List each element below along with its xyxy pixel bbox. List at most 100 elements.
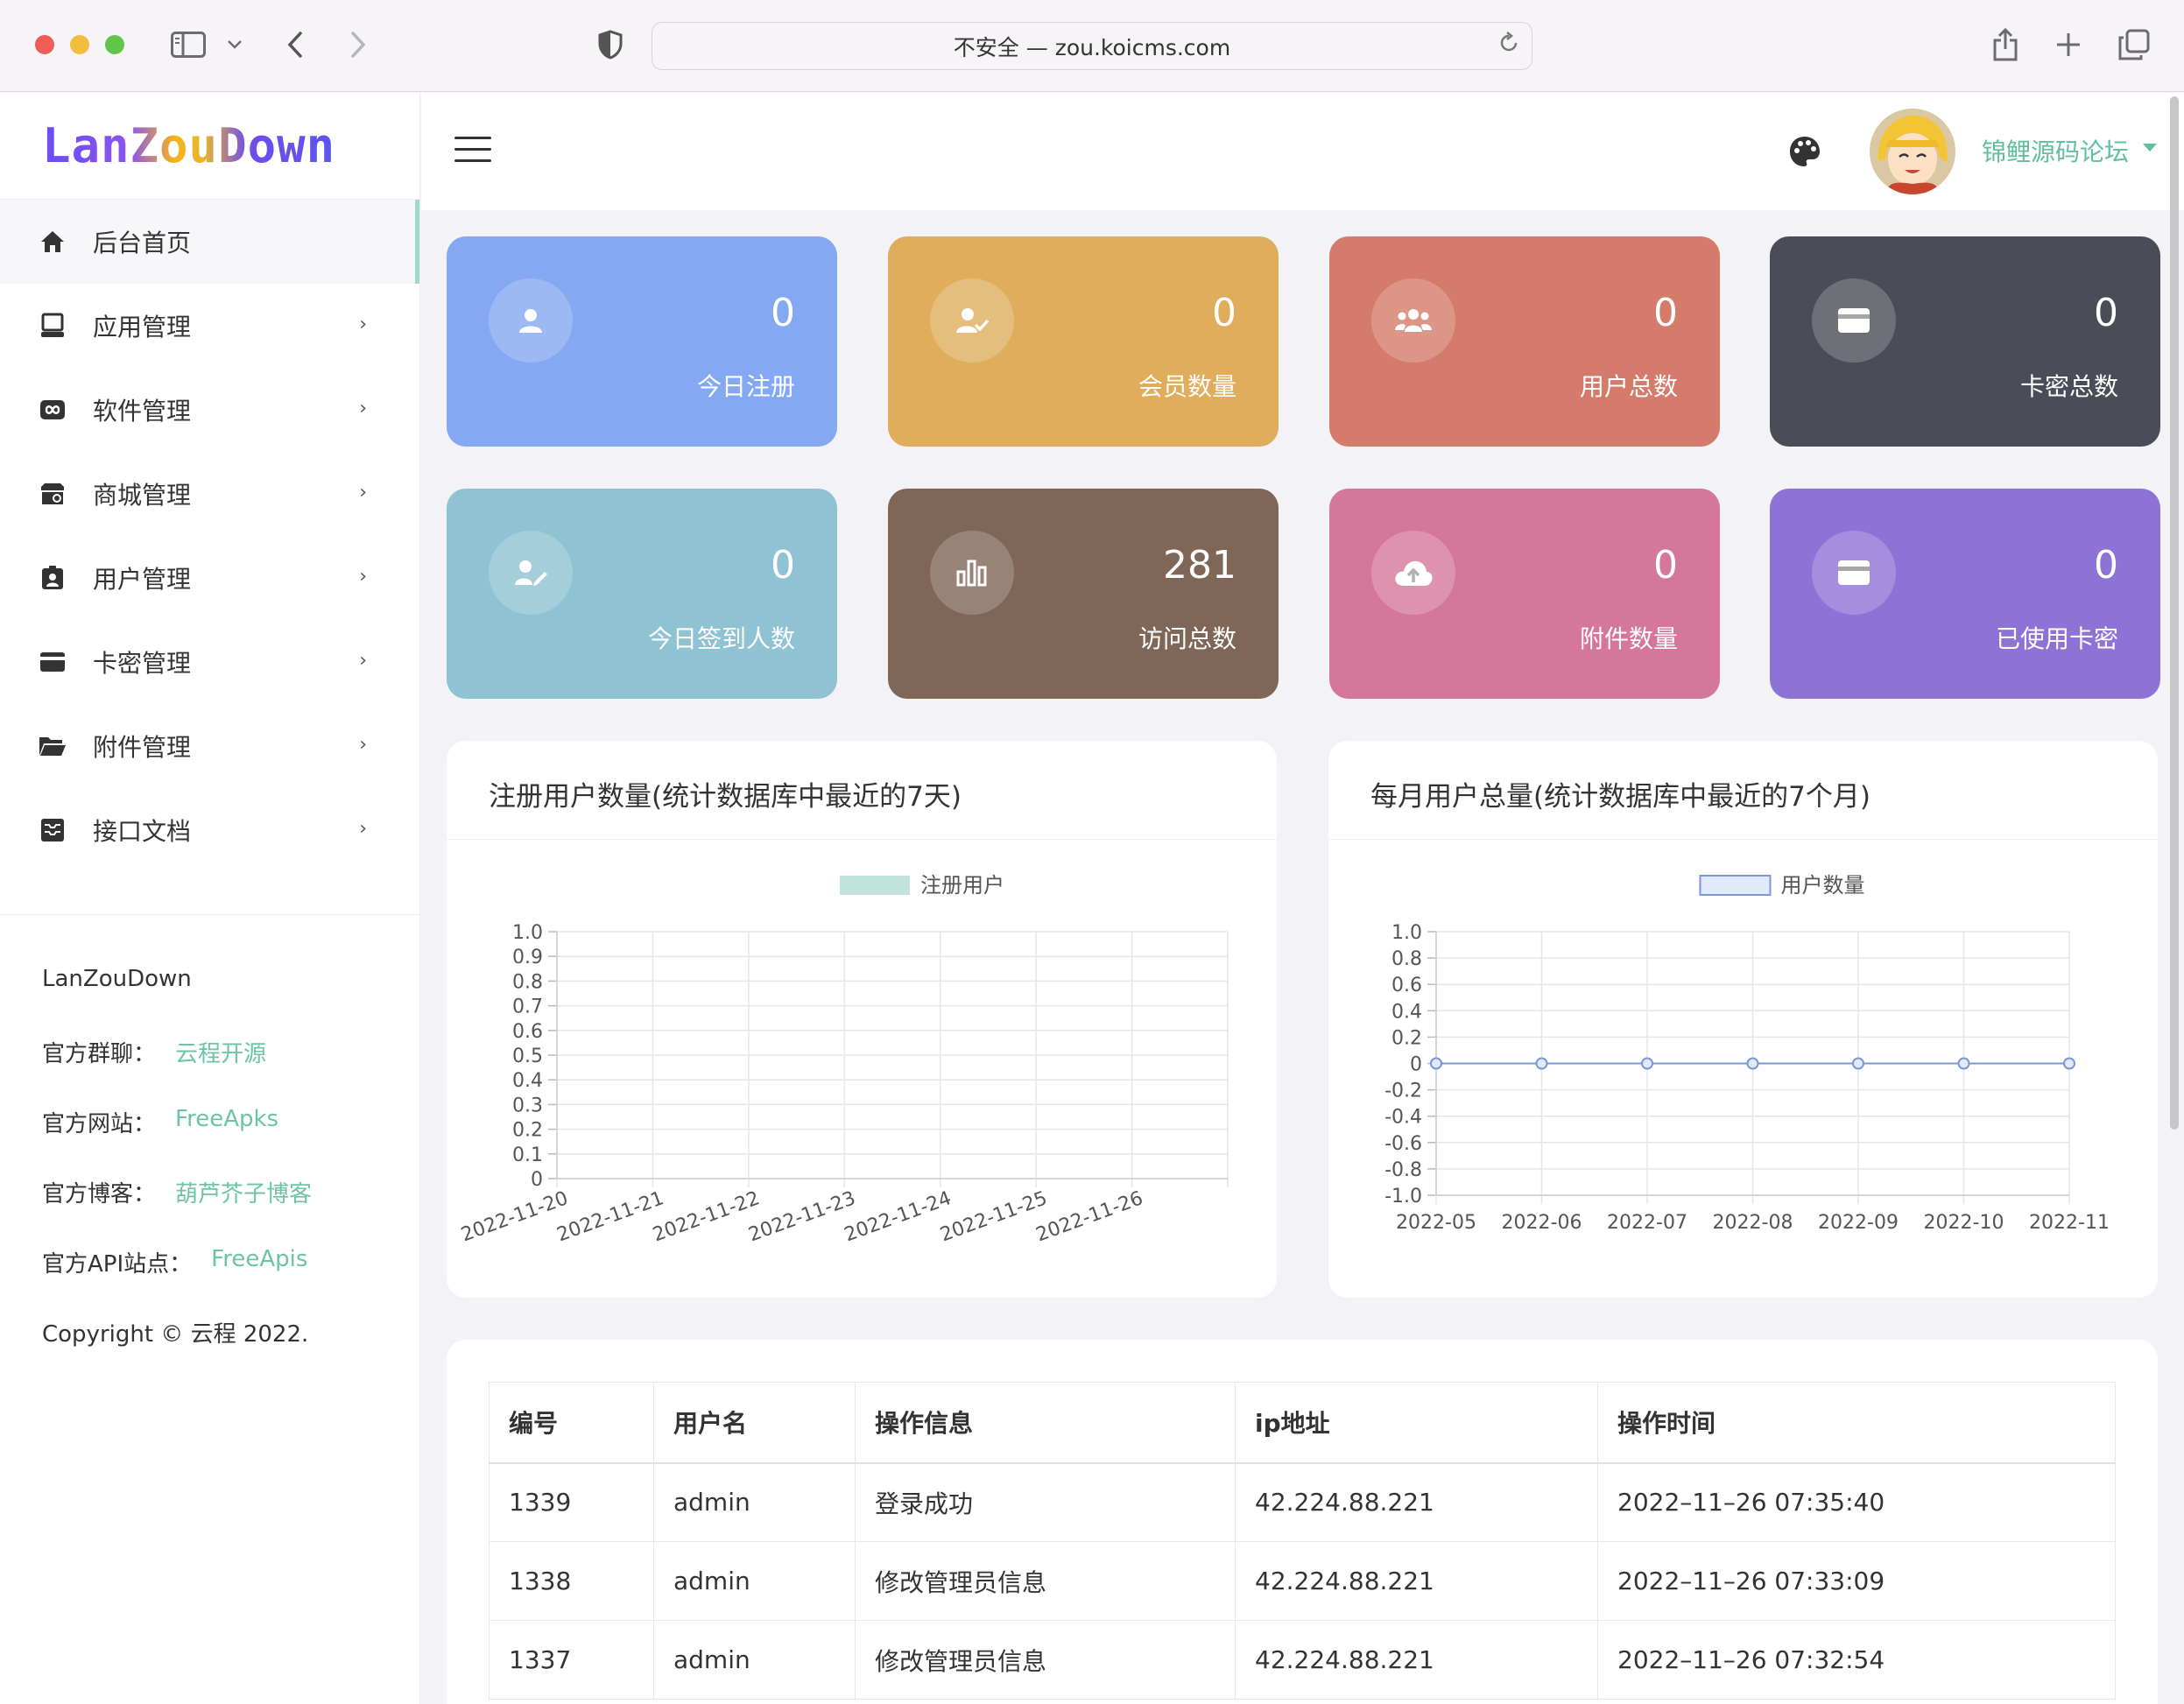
table-cell: 42.224.88.221 xyxy=(1235,1462,1598,1542)
palette-icon[interactable] xyxy=(1787,134,1822,169)
sidebar-item-label: 软件管理 xyxy=(93,397,192,426)
stat-card[interactable]: 0 已使用卡密 xyxy=(1770,489,2160,699)
stat-label: 访问总数 xyxy=(1138,624,1236,653)
folder-icon xyxy=(37,730,68,762)
logo[interactable]: LanZouDown xyxy=(0,93,419,200)
table-row[interactable]: 1339 admin 登录成功 42.224.88.221 2022–11–26 07:… xyxy=(489,1462,2116,1542)
table-cell: 1339 xyxy=(489,1462,654,1542)
col-id[interactable]: 编号 xyxy=(489,1382,654,1464)
app-icon xyxy=(37,310,68,342)
table-cell: 1338 xyxy=(489,1541,654,1621)
y-tick-label: -0.4 xyxy=(1384,1107,1422,1129)
caret-down-icon[interactable] xyxy=(2143,144,2157,151)
api-link[interactable]: FreeApis xyxy=(211,1246,307,1272)
table-row[interactable]: 1337 admin 修改管理员信息 42.224.88.221 2022–11–26 … xyxy=(489,1620,2116,1700)
chevron-right-icon: › xyxy=(359,734,367,756)
table-cell: 修改管理员信息 xyxy=(855,1541,1236,1621)
sidebar-item-cards[interactable]: 卡密管理 › xyxy=(0,620,419,704)
shield-icon[interactable] xyxy=(595,25,625,65)
stat-card[interactable]: 0 会员数量 xyxy=(888,236,1279,447)
col-username[interactable]: 用户名 xyxy=(653,1382,856,1464)
sidebar-item-home[interactable]: 后台首页 xyxy=(0,200,419,284)
sidebar-item-apps[interactable]: 应用管理 › xyxy=(0,284,419,368)
y-tick-label: 0 xyxy=(531,1169,543,1191)
data-point xyxy=(1957,1057,1970,1070)
x-tick-label: 2022-06 xyxy=(1502,1212,1582,1234)
sidebar-item-software[interactable]: 软件管理 › xyxy=(0,368,419,452)
maximize-window-button[interactable] xyxy=(105,35,124,54)
brand-name: LanZouDown xyxy=(42,966,192,992)
minimize-window-button[interactable] xyxy=(70,35,89,54)
chevron-right-icon: › xyxy=(359,566,367,588)
sidebar-item-files[interactable]: 附件管理 › xyxy=(0,704,419,788)
x-tick-label: 2022-11-26 xyxy=(1033,1187,1146,1246)
new-tab-icon[interactable] xyxy=(2051,25,2086,65)
y-tick-label: 0.1 xyxy=(512,1144,543,1166)
site-link[interactable]: FreeApks xyxy=(175,1106,278,1132)
page-scrollbar[interactable] xyxy=(2168,93,2180,1130)
y-tick-label: 0.4 xyxy=(1391,1001,1422,1023)
stat-label: 已使用卡密 xyxy=(1995,624,2118,653)
x-tick-label: 2022-05 xyxy=(1396,1212,1476,1234)
username[interactable]: 锦鲤源码论坛 xyxy=(1982,133,2129,168)
forward-icon[interactable] xyxy=(343,25,373,65)
stat-card[interactable]: 0 今日签到人数 xyxy=(447,489,837,699)
sidebar-item-store[interactable]: 商城管理 › xyxy=(0,452,419,536)
stat-card[interactable]: 0 今日注册 xyxy=(447,236,837,447)
y-tick-label: 1.0 xyxy=(1391,922,1422,944)
legend-swatch xyxy=(840,876,910,895)
x-tick-label: 2022-09 xyxy=(1818,1212,1899,1234)
chevron-down-icon[interactable] xyxy=(224,25,245,65)
stat-label: 今日注册 xyxy=(696,372,795,401)
col-ip[interactable]: ip地址 xyxy=(1235,1382,1598,1464)
close-window-button[interactable] xyxy=(35,35,54,54)
sidebar-item-api-docs[interactable]: 接口文档 › xyxy=(0,788,419,872)
stat-card[interactable]: 0 卡密总数 xyxy=(1770,236,2160,447)
y-tick-label: 0.8 xyxy=(512,971,543,993)
group-row: 官方群聊： 云程开源 xyxy=(42,1027,420,1097)
stat-label: 会员数量 xyxy=(1138,372,1236,401)
avatar[interactable] xyxy=(1870,109,1955,194)
back-icon[interactable] xyxy=(280,25,310,65)
table-cell: 2022–11–26 07:33:09 xyxy=(1597,1541,2116,1621)
url-text: 不安全 — zou.koicms.com xyxy=(953,34,1231,60)
sidebar-item-label: 应用管理 xyxy=(93,313,192,342)
sidebar-nav: 后台首页 应用管理 › 软件管理 › 商城管理 › 用户管理 › 卡密管理 › xyxy=(0,200,419,872)
data-point xyxy=(1852,1057,1864,1070)
chart-title: 注册用户数量(统计数据库中最近的7天) xyxy=(489,781,962,813)
x-tick-label: 2022-11-21 xyxy=(554,1187,667,1246)
y-tick-label: -0.2 xyxy=(1384,1081,1422,1102)
y-tick-label: 0.3 xyxy=(512,1095,543,1116)
table-cell: 登录成功 xyxy=(855,1462,1236,1542)
chevron-right-icon: › xyxy=(359,818,367,840)
table-cell: admin xyxy=(653,1541,856,1621)
legend-swatch xyxy=(1699,875,1772,896)
chevron-right-icon: › xyxy=(359,398,367,419)
site-label: 官方网站： xyxy=(42,1111,157,1137)
table-row[interactable]: 1338 admin 修改管理员信息 42.224.88.221 2022–11–26 … xyxy=(489,1541,2116,1621)
menu-toggle-icon[interactable] xyxy=(454,137,491,163)
bar-chart: 注册用户1.00.90.80.70.60.50.40.30.20.102022-… xyxy=(458,873,1229,1246)
group-link[interactable]: 云程开源 xyxy=(175,1036,266,1068)
sidebar-icon[interactable] xyxy=(168,25,208,65)
stat-value: 0 xyxy=(771,543,795,588)
blog-link[interactable]: 葫芦芥子博客 xyxy=(175,1176,312,1208)
user-badge-icon xyxy=(37,562,68,594)
y-tick-label: -0.6 xyxy=(1384,1133,1422,1155)
cloud-upload-icon xyxy=(1371,531,1455,615)
chevron-right-icon: › xyxy=(359,482,367,503)
tabs-icon[interactable] xyxy=(2116,25,2152,65)
address-bar[interactable]: 不安全 — zou.koicms.com xyxy=(652,22,1532,70)
stat-card[interactable]: 0 用户总数 xyxy=(1329,236,1720,447)
y-tick-label: 0.2 xyxy=(1391,1027,1422,1049)
share-icon[interactable] xyxy=(1988,25,2023,65)
y-tick-label: -0.8 xyxy=(1384,1159,1422,1181)
user-edit-icon xyxy=(489,531,573,615)
col-action[interactable]: 操作信息 xyxy=(855,1382,1236,1464)
stat-card[interactable]: 0 附件数量 xyxy=(1329,489,1720,699)
col-time[interactable]: 操作时间 xyxy=(1597,1382,2116,1464)
sidebar-item-users[interactable]: 用户管理 › xyxy=(0,536,419,620)
x-tick-label: 2022-11-24 xyxy=(842,1187,955,1246)
reload-icon[interactable] xyxy=(1498,32,1519,60)
stat-card[interactable]: 281 访问总数 xyxy=(888,489,1279,699)
